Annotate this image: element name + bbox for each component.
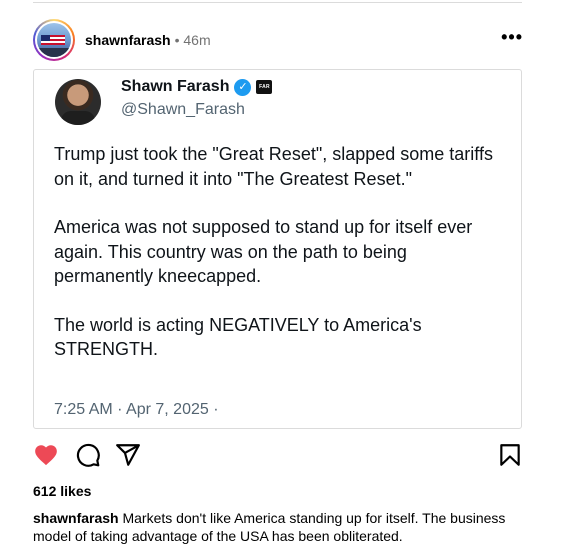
action-bar [33,440,523,470]
tweet-author-avatar [55,79,101,125]
instagram-post: shawnfarash • 46m ••• Shawn Farash ✓ FAR… [0,0,572,553]
flag-icon [41,35,65,45]
time-separator: • [174,32,180,48]
verified-badge-icon: ✓ [234,78,252,96]
more-options-button[interactable]: ••• [501,28,523,52]
heart-icon[interactable] [33,442,59,468]
top-divider [33,2,522,3]
caption-username[interactable]: shawnfarash [33,510,119,526]
avatar[interactable] [33,19,75,61]
tweet-paragraph: Trump just took the "Great Reset", slapp… [54,144,493,189]
tweet-timestamp: 7:25 AM · Apr 7, 2025 · [54,401,219,418]
tweet-author: Shawn Farash ✓ FAR [121,78,273,96]
post-time: • 46m [175,32,211,48]
post-caption: shawnfarash Markets don't like America s… [33,509,533,545]
likes-count[interactable]: 612 likes [33,483,91,499]
tweet-text: Trump just took the "Great Reset", slapp… [54,142,509,386]
tweet-author-name: Shawn Farash [121,78,230,95]
tweet-author-handle: @Shawn_Farash [121,101,245,118]
comment-icon[interactable] [75,442,101,468]
avatar-image [37,23,71,57]
time-ago[interactable]: 46m [183,32,210,48]
username-link[interactable]: shawnfarash [85,32,171,48]
tweet-paragraph: The world is acting NEGATIVELY to Americ… [54,314,422,360]
tweet-paragraph: America was not supposed to stand up for… [54,217,473,286]
post-header: shawnfarash • 46m ••• [33,19,523,61]
share-icon[interactable] [115,442,141,468]
save-icon[interactable] [497,442,523,468]
tweet-card: Shawn Farash ✓ FAR @Shawn_Farash Trump j… [33,69,522,429]
affiliate-badge-icon: FAR [256,80,273,94]
